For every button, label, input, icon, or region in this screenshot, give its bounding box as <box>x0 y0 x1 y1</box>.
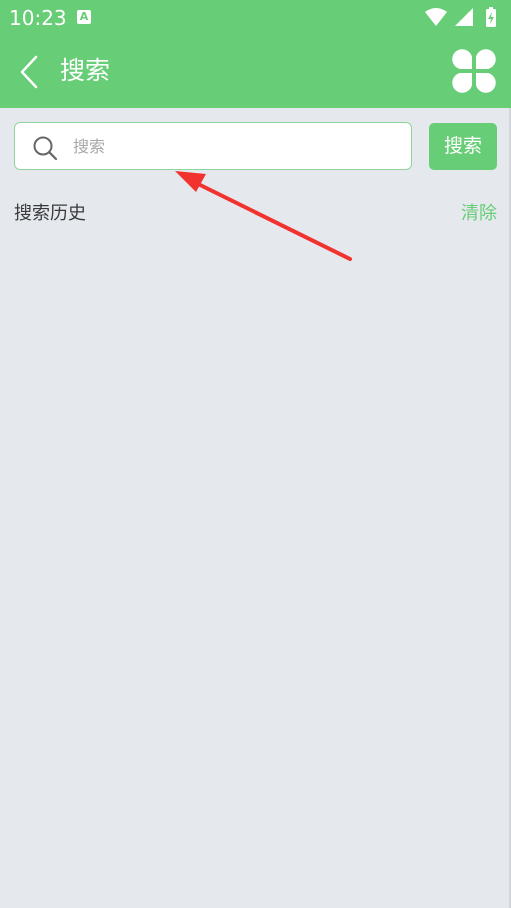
clover-grid-icon[interactable] <box>451 48 497 94</box>
battery-charging-icon <box>486 7 496 27</box>
search-input[interactable] <box>73 131 393 161</box>
search-icon <box>33 136 58 161</box>
app-screen: 10:23 A 搜索 搜索 搜索 搜索历史 清除 <box>0 0 511 908</box>
clear-history-button[interactable]: 清除 <box>461 200 497 228</box>
toolbar: 搜索 <box>0 36 511 108</box>
page-title: 搜索 <box>60 56 111 85</box>
chevron-left-icon[interactable] <box>14 54 44 90</box>
notification-letter: A <box>79 10 89 23</box>
status-bar: 10:23 A <box>0 0 511 36</box>
status-time: 10:23 <box>9 6 67 30</box>
search-box[interactable] <box>14 122 412 170</box>
a-notification-icon: A <box>77 10 91 24</box>
signal-icon <box>455 8 473 26</box>
system-icons <box>425 7 496 27</box>
wifi-icon <box>425 8 447 26</box>
search-history-title: 搜索历史 <box>14 203 86 224</box>
search-button[interactable]: 搜索 <box>429 123 497 170</box>
